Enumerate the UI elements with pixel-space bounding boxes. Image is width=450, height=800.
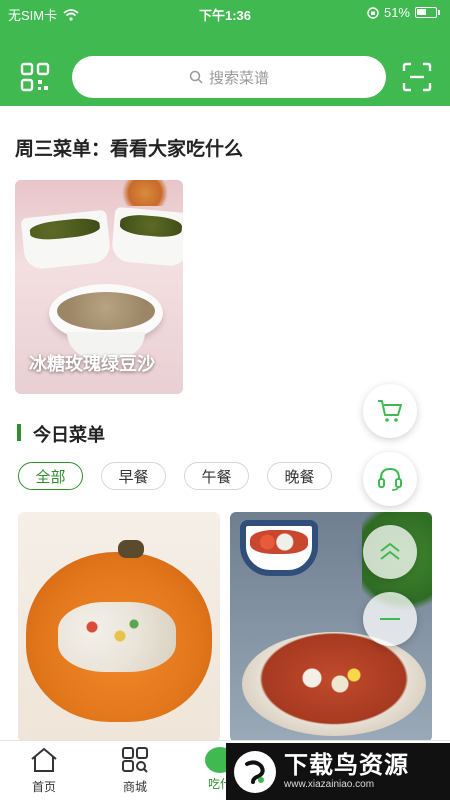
app-header: 无SIM卡 下午1:36 51% 搜索菜谱 [0,0,450,106]
recipe-card[interactable] [18,512,220,742]
qr-code-icon[interactable] [20,62,50,92]
featured-recipe-card[interactable]: 冰糖玫瑰绿豆沙 [15,180,183,394]
nav-home[interactable]: 首页 [14,747,74,795]
bird-logo-icon [234,750,276,793]
watermark-title: 下载鸟资源 [284,752,409,779]
orientation-lock-icon [367,6,379,19]
battery-icon [415,7,437,18]
today-menu-title: 今日菜单 [33,425,105,445]
search-input[interactable]: 搜索菜谱 [72,56,386,98]
clay-pot-image [242,632,426,736]
minimize-button[interactable] [363,592,417,646]
battery-percent: 51% [383,5,410,20]
featured-title: 周三菜单：看看大家吃什么 [15,139,244,160]
watermark-url: www.xiazainiao.com [284,779,375,790]
cart-button[interactable] [363,384,417,438]
nav-mall-label: 商城 [122,780,147,794]
search-placeholder: 搜索菜谱 [208,69,269,87]
filter-breakfast[interactable]: 早餐 [101,462,166,490]
watermark-banner: 下载鸟资源 www.xiazainiao.com [226,743,450,800]
double-chevron-up-icon [380,542,400,560]
flower-decoration [115,180,175,206]
nav-mall[interactable]: 商城 [105,747,165,795]
home-icon [31,747,57,772]
headset-icon [378,467,402,491]
section-accent-bar [17,424,21,441]
scan-icon[interactable] [402,62,432,92]
filter-lunch[interactable]: 午餐 [184,462,249,490]
filter-dinner[interactable]: 晚餐 [267,462,332,490]
status-bar: 无SIM卡 下午1:36 51% [0,0,450,26]
search-icon [189,70,203,84]
customer-service-button[interactable] [363,452,417,506]
nav-home-label: 首页 [31,780,56,794]
side-bowl-image [240,520,318,576]
featured-recipe-caption: 冰糖玫瑰绿豆沙 [29,354,155,374]
meal-filter-tabs: 全部 早餐 午餐 晚餐 [18,462,332,490]
back-to-top-button[interactable] [363,525,417,579]
minus-icon [380,618,400,620]
filter-all[interactable]: 全部 [18,462,83,490]
cart-icon [378,400,402,422]
bean-bowl-left [20,209,112,271]
bean-bowl-right [110,206,183,268]
grid-icon [122,747,148,773]
